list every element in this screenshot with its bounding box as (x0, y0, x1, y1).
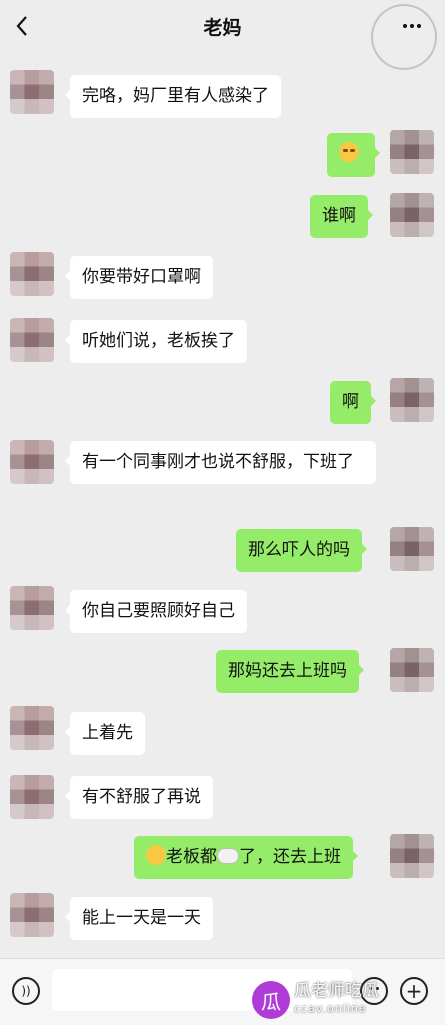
message-text-part2: 了，还去上班 (239, 847, 341, 867)
voice-button[interactable]: )) (12, 977, 40, 1005)
plus-button[interactable]: + (400, 977, 428, 1005)
message-bubble-other[interactable]: 有一个同事刚才也说不舒服，下班了 (65, 441, 376, 484)
avatar-self[interactable] (390, 834, 434, 878)
voice-icon: )) (21, 984, 31, 998)
avatar-other[interactable] (10, 586, 54, 630)
message-bubble-self[interactable]: 啊 (330, 381, 376, 424)
message-text-part1: 老板都 (166, 847, 217, 867)
message-text: 有不舒服了再说 (82, 787, 201, 807)
avatar-other[interactable] (10, 706, 54, 750)
avatar-other[interactable] (10, 252, 54, 296)
avatar-self[interactable] (390, 130, 434, 174)
avatar-other[interactable] (10, 70, 54, 114)
message-bubble-self[interactable] (327, 133, 380, 177)
avatar-other[interactable] (10, 893, 54, 937)
message-bubble-self[interactable]: 谁啊 (310, 195, 373, 238)
message-text: 那么吓人的吗 (248, 540, 350, 560)
avatar-self[interactable] (390, 378, 434, 422)
message-text: 完咯，妈厂里有人感染了 (82, 86, 269, 106)
unamused-emoji (146, 845, 166, 865)
watermark-logo-icon: 瓜 (252, 981, 290, 1019)
message-bubble-self[interactable]: 那妈还去上班吗 (216, 650, 364, 693)
avatar-other[interactable] (10, 440, 54, 484)
message-text: 有一个同事刚才也说不舒服，下班了 (82, 452, 354, 472)
message-bubble-other[interactable]: 你要带好口罩啊 (65, 256, 213, 299)
crying-laugh-emoji (339, 142, 359, 162)
watermark-logo: 瓜 瓜老师吃瓜 ccav.online (252, 980, 379, 1020)
message-bubble-self[interactable]: 老板都 了，还去上班 (134, 836, 358, 879)
sheep-emoji (217, 848, 239, 864)
message-bubble-other[interactable]: 你自己要照顾好自己 (65, 590, 247, 633)
message-bubble-other[interactable]: 完咯，妈厂里有人感染了 (65, 75, 281, 118)
avatar-self[interactable] (390, 193, 434, 237)
avatar-other[interactable] (10, 318, 54, 362)
message-bubble-other[interactable]: 有不舒服了再说 (65, 776, 213, 819)
message-bubble-other[interactable]: 能上一天是一天 (65, 897, 213, 940)
message-text: 谁啊 (322, 206, 356, 226)
plus-icon: + (405, 979, 423, 1003)
message-text: 听她们说，老板挨了 (82, 331, 235, 351)
avatar-self[interactable] (390, 527, 434, 571)
message-text: 你要带好口罩啊 (82, 267, 201, 287)
message-text: 你自己要照顾好自己 (82, 601, 235, 621)
watermark-name: 瓜老师吃瓜 (294, 981, 379, 1001)
avatar-self[interactable] (390, 648, 434, 692)
avatar-other[interactable] (10, 775, 54, 819)
watermark-site: ccav.online (294, 1002, 367, 1015)
message-text: 上着先 (82, 723, 133, 743)
message-bubble-other[interactable]: 听她们说，老板挨了 (65, 320, 247, 363)
message-text: 啊 (342, 392, 359, 412)
message-text: 那妈还去上班吗 (228, 661, 347, 681)
message-bubble-other[interactable]: 上着先 (65, 712, 145, 755)
message-text: 能上一天是一天 (82, 908, 201, 928)
message-bubble-self[interactable]: 那么吓人的吗 (236, 529, 367, 572)
